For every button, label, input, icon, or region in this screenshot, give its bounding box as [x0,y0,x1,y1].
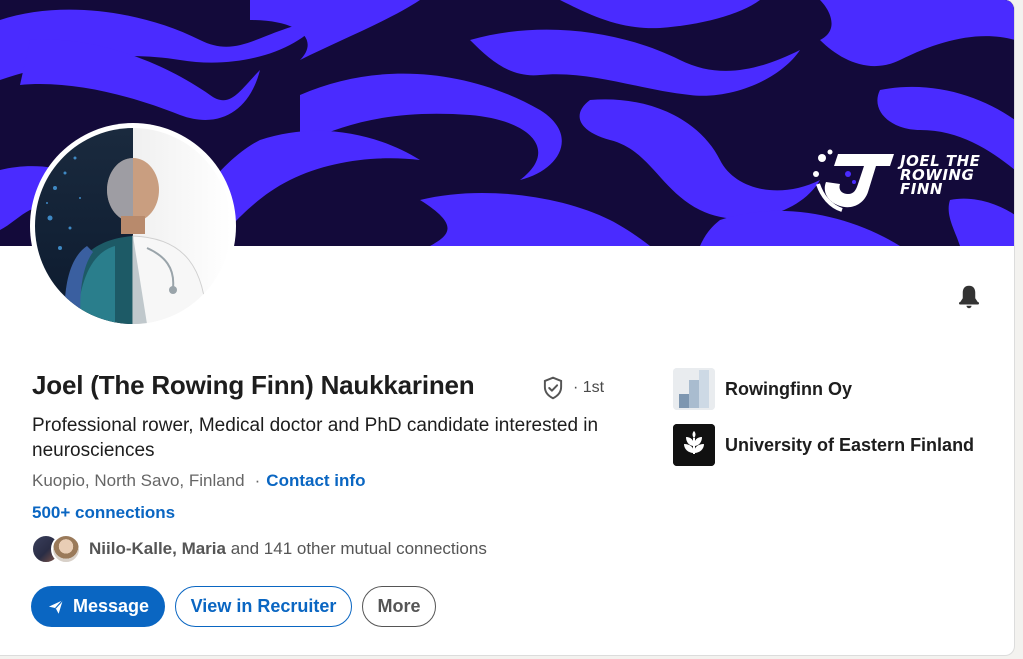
profile-name: Joel (The Rowing Finn) Naukkarinen [32,370,475,400]
connections-link[interactable]: 500+ connections [32,503,175,523]
brand-text: JOEL THE ROWING FINN [900,152,981,198]
bell-icon [959,285,979,309]
university-leaf-graphic [673,424,715,466]
profile-photo [35,128,231,324]
verified-badge[interactable] [540,375,566,401]
notification-bell-button[interactable] [954,282,984,312]
mutual-avatars [31,533,83,565]
mutual-avatar [51,534,81,564]
connection-degree: · 1st [573,379,605,396]
location-line: Kuopio, North Savo, Finland · Contact info [32,471,365,491]
message-button[interactable]: Message [31,586,165,627]
profile-actions: Message View in Recruiter More [31,586,436,627]
verified-shield-icon [543,376,563,400]
university-logo-icon [673,424,715,466]
organizations-list: Rowingfinn Oy University of Eastern Finl… [673,368,974,480]
profile-photo-illustration [35,128,231,324]
mutual-rest: and 141 other mutual connections [225,539,487,558]
more-button[interactable]: More [362,586,436,627]
message-button-label: Message [72,596,150,616]
org-item-rowingfinn[interactable]: Rowingfinn Oy [673,368,974,410]
profile-headline: Professional rower, Medical doctor and P… [32,415,599,461]
send-icon [48,599,64,614]
company-logo-icon [673,368,715,410]
contact-info-link[interactable]: Contact info [266,471,365,490]
profile-location: Kuopio, North Savo, Finland [32,471,245,490]
profile-avatar[interactable] [30,123,236,329]
mutual-connections[interactable]: Niilo-Kalle, Maria and 141 other mutual … [31,533,487,565]
location-separator: · [254,471,261,490]
rowing-finn-logo-icon [813,149,894,212]
brand-logo: JOEL THE ROWING FINN [808,144,988,216]
mutual-names: Niilo-Kalle, Maria [89,539,226,558]
org-name: Rowingfinn Oy [725,378,852,399]
view-in-recruiter-button[interactable]: View in Recruiter [175,586,352,627]
org-name: University of Eastern Finland [725,434,975,455]
profile-card: JOEL THE ROWING FINN Joel (The Rowing Fi… [0,0,1015,656]
org-item-university[interactable]: University of Eastern Finland [673,424,974,466]
company-placeholder-graphic [673,368,715,410]
